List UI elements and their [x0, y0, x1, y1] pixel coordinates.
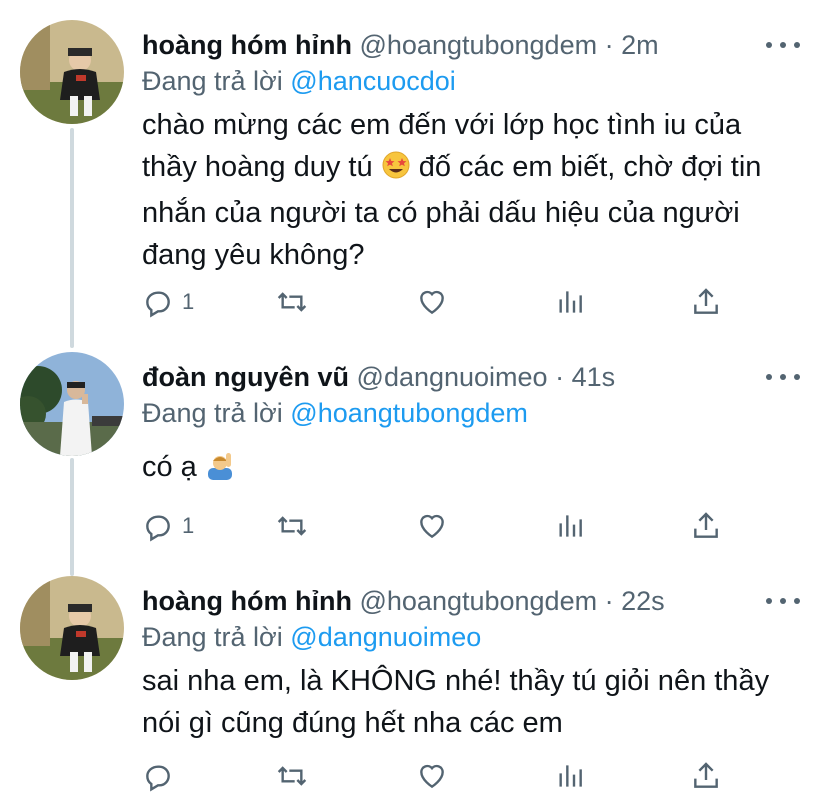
- tweet-text-part: có ạ: [142, 451, 197, 483]
- person-raising-hand-emoji-icon: [205, 450, 235, 492]
- tweet[interactable]: đoàn nguyên vũ @dangnuoimeo · 41s Đang t…: [0, 352, 828, 552]
- timestamp[interactable]: 41s: [572, 362, 616, 392]
- tweet-header: đoàn nguyên vũ @dangnuoimeo · 41s: [142, 360, 615, 394]
- heart-icon: [420, 290, 444, 315]
- replying-to: Đang trả lời @hoangtubongdem: [142, 396, 528, 430]
- display-name[interactable]: hoàng hóm hỉnh: [142, 586, 352, 616]
- reply-button[interactable]: [142, 756, 182, 796]
- heart-icon: [420, 764, 444, 789]
- avatar[interactable]: [20, 20, 124, 124]
- analytics-button[interactable]: [554, 756, 586, 796]
- retweet-icon: [277, 516, 307, 536]
- tweet-text: chào mừng các em đến với lớp học tình iu…: [142, 104, 802, 276]
- share-icon: [694, 288, 718, 314]
- replying-to: Đang trả lời @dangnuoimeo: [142, 620, 481, 654]
- tweet-header: hoàng hóm hỉnh @hoangtubongdem · 22s: [142, 584, 665, 618]
- reply-prefix: Đang trả lời: [142, 622, 283, 652]
- reply-mention-link[interactable]: @hoangtubongdem: [290, 398, 528, 428]
- like-button[interactable]: [416, 506, 448, 546]
- separator-dot: ·: [604, 586, 614, 616]
- avatar[interactable]: [20, 352, 124, 456]
- tweet[interactable]: hoàng hóm hỉnh @hoangtubongdem · 22s Đan…: [0, 576, 828, 802]
- tweet-text: có ạ: [142, 446, 802, 492]
- more-options-icon[interactable]: [766, 370, 800, 384]
- tweet-text: sai nha em, là KHÔNG nhé! thầy tú giỏi n…: [142, 660, 802, 744]
- tweet-text-part: sai nha em, là KHÔNG nhé! thầy tú giỏi n…: [142, 665, 770, 739]
- share-button[interactable]: [690, 756, 722, 796]
- more-options-icon[interactable]: [766, 38, 800, 52]
- retweet-button[interactable]: [276, 282, 308, 322]
- like-button[interactable]: [416, 282, 448, 322]
- share-button[interactable]: [690, 506, 722, 546]
- reply-count: 1: [182, 289, 195, 314]
- user-handle[interactable]: @hoangtubongdem: [359, 586, 597, 616]
- share-icon: [694, 512, 718, 538]
- reply-mention-link[interactable]: @hancuocdoi: [290, 66, 456, 96]
- like-button[interactable]: [416, 756, 448, 796]
- analytics-button[interactable]: [554, 506, 586, 546]
- tweet-actions: [142, 756, 742, 796]
- separator-dot: ·: [555, 362, 565, 392]
- display-name[interactable]: hoàng hóm hỉnh: [142, 30, 352, 60]
- reply-prefix: Đang trả lời: [142, 398, 283, 428]
- reply-button[interactable]: 1: [142, 282, 194, 322]
- more-options-icon[interactable]: [766, 594, 800, 608]
- retweet-icon: [277, 292, 307, 312]
- tweet-actions: 1: [142, 282, 742, 322]
- replying-to: Đang trả lời @hancuocdoi: [142, 64, 456, 98]
- star-struck-emoji-icon: [381, 150, 411, 192]
- reply-mention-link[interactable]: @dangnuoimeo: [290, 622, 481, 652]
- tweet-actions: 1: [142, 506, 742, 546]
- reply-icon: [146, 765, 170, 792]
- tweet[interactable]: hoàng hóm hỉnh @hoangtubongdem · 2m Đang…: [0, 20, 828, 340]
- share-button[interactable]: [690, 282, 722, 322]
- retweet-icon: [277, 766, 307, 786]
- reply-icon: [146, 291, 170, 318]
- timestamp[interactable]: 22s: [621, 586, 665, 616]
- analytics-icon: [559, 515, 582, 537]
- heart-icon: [420, 514, 444, 539]
- tweet-header: hoàng hóm hỉnh @hoangtubongdem · 2m: [142, 28, 659, 62]
- timestamp[interactable]: 2m: [621, 30, 659, 60]
- reply-count: 1: [182, 513, 195, 538]
- reply-icon: [146, 515, 170, 542]
- retweet-button[interactable]: [276, 756, 308, 796]
- separator-dot: ·: [604, 30, 614, 60]
- avatar[interactable]: [20, 576, 124, 680]
- analytics-icon: [559, 291, 582, 313]
- analytics-icon: [559, 765, 582, 787]
- analytics-button[interactable]: [554, 282, 586, 322]
- share-icon: [694, 762, 718, 788]
- user-handle[interactable]: @dangnuoimeo: [357, 362, 548, 392]
- reply-prefix: Đang trả lời: [142, 66, 283, 96]
- display-name[interactable]: đoàn nguyên vũ: [142, 362, 349, 392]
- reply-button[interactable]: 1: [142, 506, 194, 546]
- retweet-button[interactable]: [276, 506, 308, 546]
- user-handle[interactable]: @hoangtubongdem: [359, 30, 597, 60]
